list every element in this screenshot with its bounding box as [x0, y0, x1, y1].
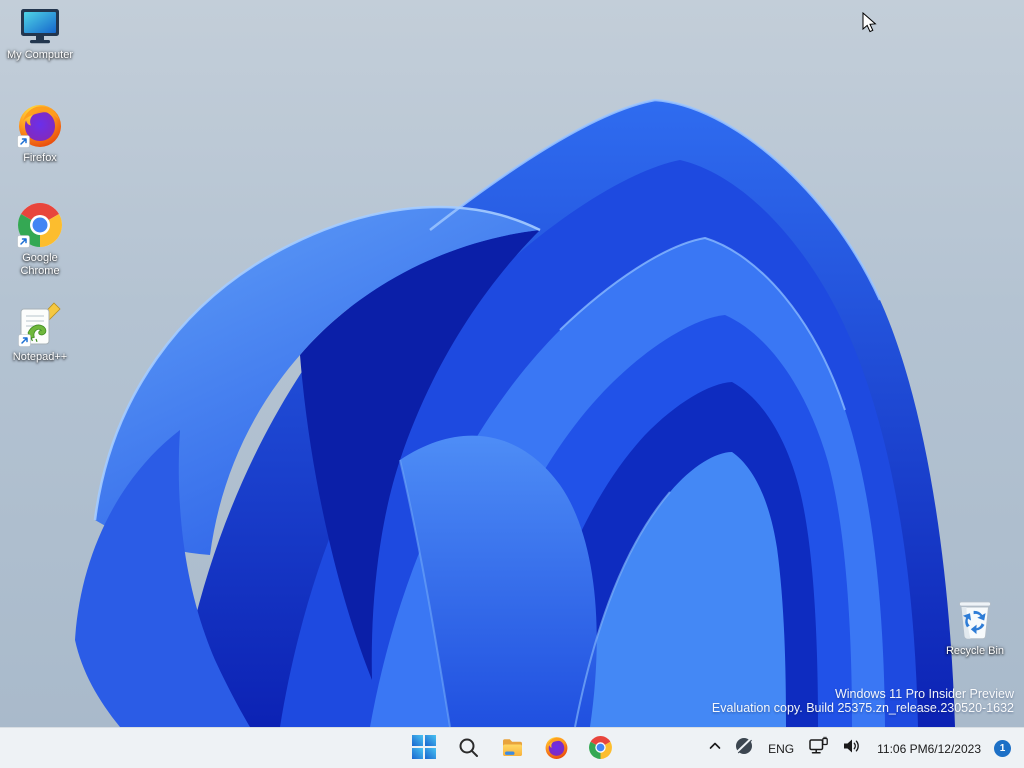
chrome-icon — [16, 201, 64, 249]
notification-badge[interactable]: 1 — [994, 740, 1011, 757]
desktop-icon-my-computer[interactable]: My Computer — [2, 8, 78, 62]
taskbar-center-buttons — [404, 728, 620, 768]
mouse-cursor — [862, 12, 877, 33]
tray-volume-button[interactable] — [835, 731, 867, 767]
tray-network-button[interactable] — [803, 731, 835, 767]
clock-time: 11:06 PM — [877, 741, 928, 756]
desktop-icon-firefox[interactable]: Firefox — [2, 101, 78, 165]
search-button[interactable] — [448, 729, 488, 768]
desktop-icon-label: My Computer — [6, 49, 74, 61]
chrome-taskbar-button[interactable] — [580, 729, 620, 768]
shortcut-arrow-icon — [17, 135, 30, 148]
desktop-icon-google-chrome[interactable]: Google Chrome — [2, 201, 78, 278]
watermark-line1: Windows 11 Pro Insider Preview — [834, 687, 1014, 701]
desktop-icon-recycle-bin[interactable]: Recycle Bin — [937, 592, 1013, 658]
watermark-line2: Evaluation copy. Build 25375.zn_release.… — [711, 701, 1014, 715]
notepadpp-icon — [17, 300, 63, 348]
taskbar: ENG 11:06 PM 6/12/2023 1 — [0, 727, 1024, 768]
desktop-icon-label: Notepad++ — [12, 351, 68, 363]
firefox-icon — [544, 735, 569, 763]
chevron-up-icon — [706, 737, 724, 760]
firefox-icon — [16, 101, 64, 149]
globe-slash-icon — [734, 736, 754, 761]
folder-icon — [500, 735, 525, 763]
tray-clock-button[interactable]: 11:06 PM 6/12/2023 — [873, 731, 985, 767]
desktop-background[interactable]: My Computer Firefox Google Chrome Notepa… — [0, 0, 1024, 768]
desktop-icon-label: Google Chrome — [20, 252, 60, 277]
windows-logo-icon — [412, 735, 436, 762]
monitor-icon — [18, 8, 62, 46]
start-button[interactable] — [404, 729, 444, 768]
speaker-icon — [840, 735, 862, 762]
evaluation-watermark: Windows 11 Pro Insider Preview Evaluatio… — [712, 687, 1014, 715]
desktop-icon-label: Recycle Bin — [945, 645, 1005, 657]
desktop-icon-label: Firefox — [23, 152, 57, 164]
windows-bloom-wallpaper — [75, 98, 955, 727]
desktop-icon-notepadpp[interactable]: Notepad++ — [2, 300, 78, 364]
shortcut-arrow-icon — [17, 235, 30, 248]
chrome-icon — [588, 735, 613, 763]
shortcut-arrow-icon — [18, 334, 31, 347]
firefox-taskbar-button[interactable] — [536, 729, 576, 768]
recycle-bin-icon — [953, 592, 997, 642]
search-icon — [457, 736, 480, 762]
tray-no-internet-button[interactable] — [729, 731, 759, 767]
ethernet-monitor-icon — [808, 735, 830, 762]
clock-date: 6/12/2023 — [927, 741, 981, 756]
system-tray: ENG 11:06 PM 6/12/2023 1 — [701, 728, 1024, 768]
file-explorer-button[interactable] — [492, 729, 532, 768]
tray-overflow-button[interactable] — [701, 731, 729, 767]
tray-language-button[interactable]: ENG — [759, 731, 803, 767]
language-label: ENG — [768, 741, 795, 756]
